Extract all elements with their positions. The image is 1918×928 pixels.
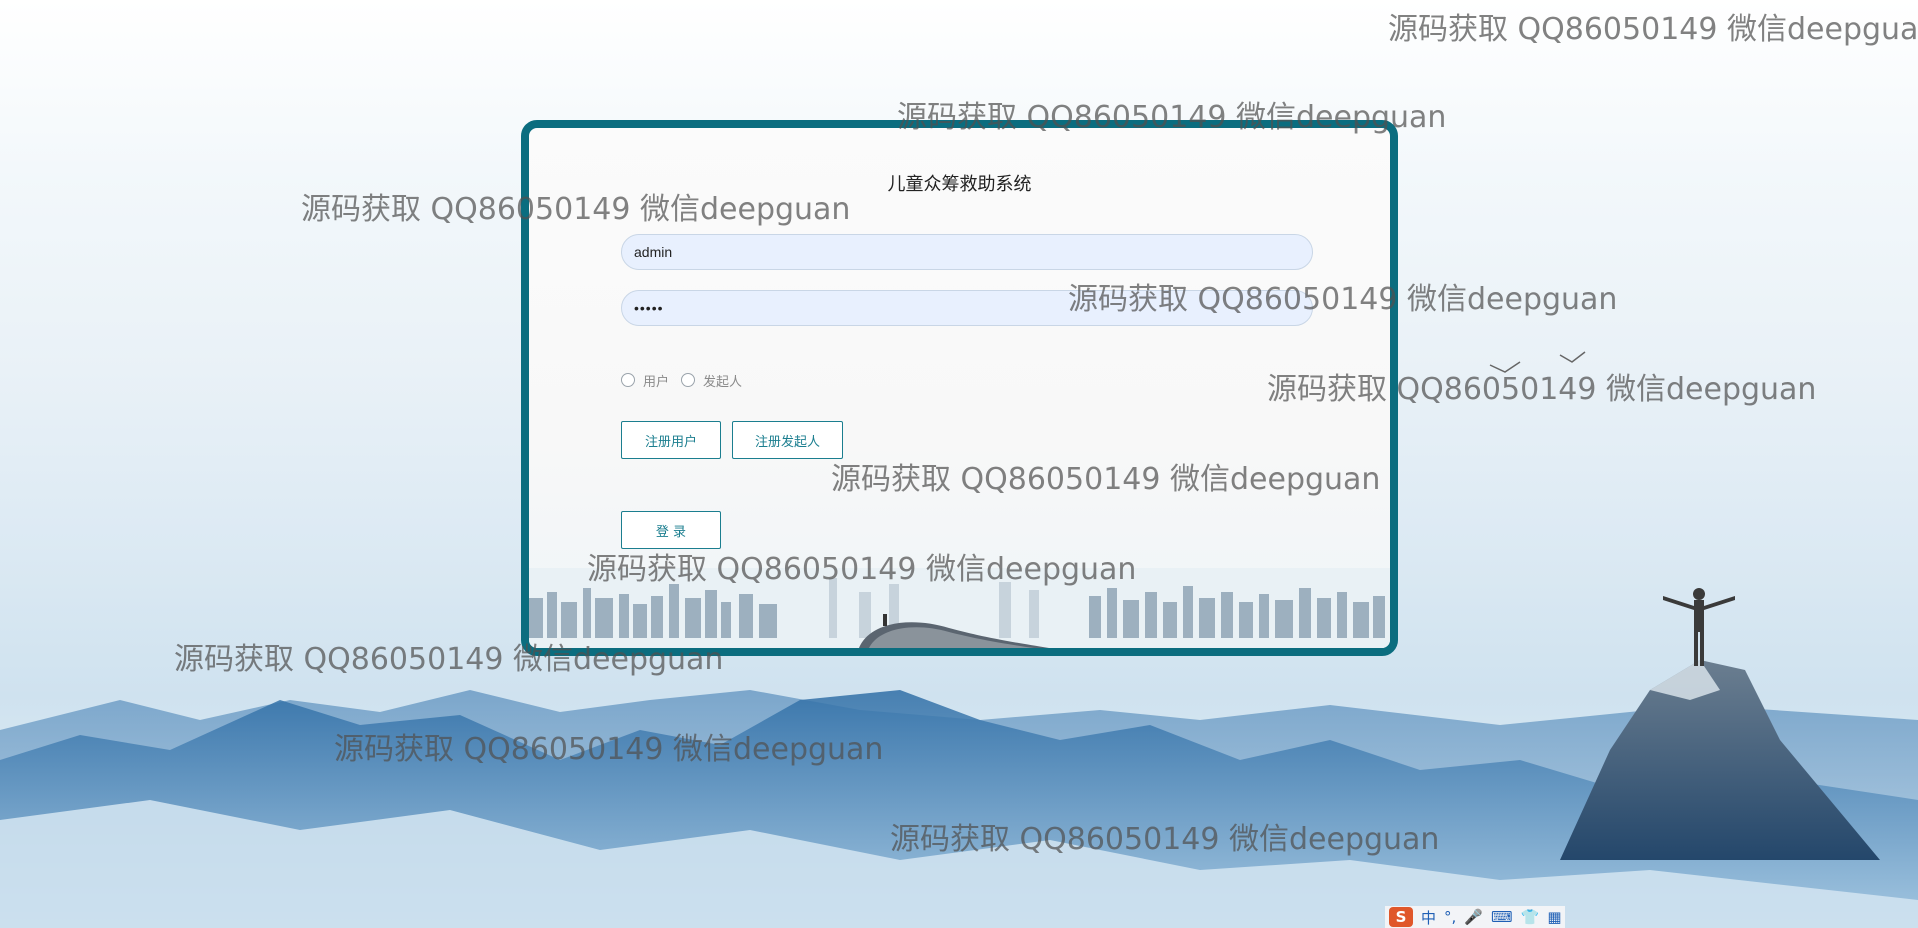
register-user-button[interactable]: 注册用户 (621, 421, 721, 459)
login-card: 儿童众筹救助系统 用户 发起人 注册用户 注册发起人 登 录 (521, 120, 1398, 656)
ime-mode-toggle[interactable]: 中 (1421, 907, 1436, 928)
sogou-logo-icon[interactable]: S (1389, 907, 1413, 927)
role-label-user: 用户 (643, 374, 670, 390)
skin-icon[interactable]: 👕 (1521, 908, 1540, 926)
password-input[interactable] (621, 290, 1313, 326)
microphone-icon[interactable]: 🎤 (1464, 908, 1483, 926)
role-selector: 用户 发起人 (621, 370, 754, 390)
toolbox-icon[interactable]: ▦ (1547, 908, 1561, 926)
system-title: 儿童众筹救助系统 (887, 174, 1032, 195)
role-radio-user[interactable] (621, 373, 635, 387)
username-input[interactable] (621, 234, 1313, 270)
login-button[interactable]: 登 录 (621, 511, 721, 549)
register-initiator-button[interactable]: 注册发起人 (732, 421, 843, 459)
keyboard-icon[interactable]: ⌨ (1491, 908, 1513, 926)
punctuation-icon[interactable]: °, (1444, 908, 1456, 926)
role-label-initiator: 发起人 (703, 374, 743, 390)
login-page: 儿童众筹救助系统 用户 发起人 注册用户 注册发起人 登 录 源码获取 QQ86… (0, 0, 1918, 928)
city-skyline-illustration (529, 568, 1390, 648)
role-radio-initiator[interactable] (681, 373, 696, 387)
ime-toolbar: S 中 °, 🎤 ⌨ 👕 ▦ (1385, 906, 1565, 928)
